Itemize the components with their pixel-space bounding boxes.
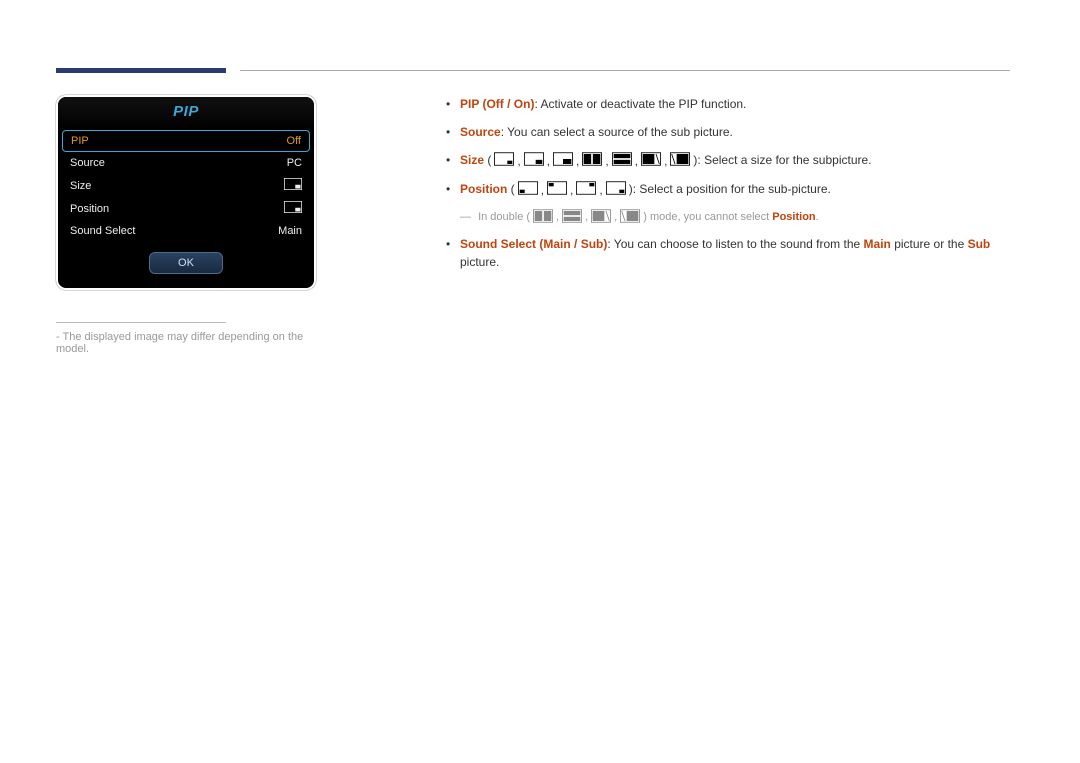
position-sub-note: ― In double ( , , , ) mode, you cannot s… <box>460 209 1010 226</box>
desc-sound-text-c: picture. <box>460 255 499 269</box>
osd-panel: PIP PIP Off Source PC Size Position <box>56 95 316 290</box>
size-icon-group: , , , , , , <box>494 152 690 170</box>
note-prefix: In double ( <box>478 211 530 223</box>
footnote-text: The displayed image may differ depending… <box>56 331 326 355</box>
osd-row-label: Position <box>70 203 109 215</box>
note-period: . <box>816 211 819 223</box>
desc-sound-main: Main <box>864 237 891 251</box>
sep: , <box>599 181 602 199</box>
desc-position-label: Position <box>460 182 507 196</box>
desc-position-text: : Select a position for the sub-picture. <box>633 182 831 196</box>
note-target: Position <box>772 211 815 223</box>
size-icon-br-small <box>494 152 514 166</box>
header-horizontal-rule <box>240 70 1010 71</box>
sep: , <box>635 152 638 170</box>
sep: , <box>541 181 544 199</box>
osd-row-label: PIP <box>71 135 89 147</box>
sep: , <box>556 209 559 226</box>
sep: , <box>570 181 573 199</box>
footnote-rule <box>56 322 226 323</box>
position-icon-tl <box>547 181 567 195</box>
osd-row-value: Main <box>278 225 302 237</box>
osd-row-value: Off <box>287 135 301 147</box>
desc-size: Size ( , , , , , , <box>446 151 1010 170</box>
desc-sound-text-a: : You can choose to listen to the sound … <box>607 237 863 251</box>
size-icon-br-med <box>524 152 544 166</box>
osd-row-sound-select[interactable]: Sound Select Main <box>58 220 314 242</box>
description-list-2: Sound Select (Main / Sub): You can choos… <box>446 235 1010 271</box>
position-icon-tr <box>576 181 596 195</box>
sep: , <box>585 209 588 226</box>
desc-pip-label: PIP <box>460 97 479 111</box>
size-icon-split-horiz <box>612 152 632 166</box>
desc-position: Position ( , , , ): Select a position fo… <box>446 180 1010 199</box>
note-suffix: ) mode, you cannot select <box>643 211 772 223</box>
header-accent-bar <box>56 68 226 73</box>
osd-row-label: Size <box>70 180 91 192</box>
desc-size-label: Size <box>460 153 484 167</box>
sep: , <box>614 209 617 226</box>
desc-sound-text-b: picture or the <box>891 237 968 251</box>
osd-title: PIP <box>58 97 314 130</box>
osd-row-label: Source <box>70 157 105 169</box>
position-icon-bl <box>518 181 538 195</box>
note-icon-split-vert <box>533 209 553 223</box>
osd-row-size[interactable]: Size <box>58 174 314 197</box>
sep: , <box>547 152 550 170</box>
pip-size-icon <box>284 178 302 193</box>
osd-row-source[interactable]: Source PC <box>58 152 314 174</box>
sep: , <box>576 152 579 170</box>
dash-icon: ― <box>460 211 471 223</box>
osd-row-position[interactable]: Position <box>58 197 314 220</box>
desc-pip-options: Off / On <box>486 97 530 111</box>
desc-size-text: : Select a size for the subpicture. <box>697 153 871 167</box>
position-icon-br <box>606 181 626 195</box>
desc-sound-sub: Sub <box>968 237 991 251</box>
desc-sound-label: Sound Select <box>460 237 536 251</box>
osd-row-pip[interactable]: PIP Off <box>62 130 310 152</box>
size-icon-br-large <box>553 152 573 166</box>
note-icon-group: , , , <box>533 209 640 226</box>
size-icon-split-vert <box>582 152 602 166</box>
ok-button[interactable]: OK <box>149 252 223 274</box>
desc-pip: PIP (Off / On): Activate or deactivate t… <box>446 95 1010 113</box>
desc-source-label: Source <box>460 125 501 139</box>
pip-position-icon <box>284 201 302 216</box>
position-icon-group: , , , <box>518 181 626 199</box>
size-icon-left-big <box>641 152 661 166</box>
osd-row-value: PC <box>287 157 302 169</box>
note-icon-right-big <box>620 209 640 223</box>
desc-sound-options: Main / Sub <box>543 237 603 251</box>
description-list: PIP (Off / On): Activate or deactivate t… <box>446 95 1010 199</box>
sep: , <box>605 152 608 170</box>
sep: , <box>664 152 667 170</box>
desc-source-text: : You can select a source of the sub pic… <box>501 125 733 139</box>
desc-pip-text: : Activate or deactivate the PIP functio… <box>534 97 746 111</box>
note-icon-split-horiz <box>562 209 582 223</box>
note-icon-left-big <box>591 209 611 223</box>
size-icon-right-big <box>670 152 690 166</box>
sep: , <box>517 152 520 170</box>
desc-source: Source: You can select a source of the s… <box>446 123 1010 141</box>
desc-sound-select: Sound Select (Main / Sub): You can choos… <box>446 235 1010 271</box>
osd-row-label: Sound Select <box>70 225 135 237</box>
